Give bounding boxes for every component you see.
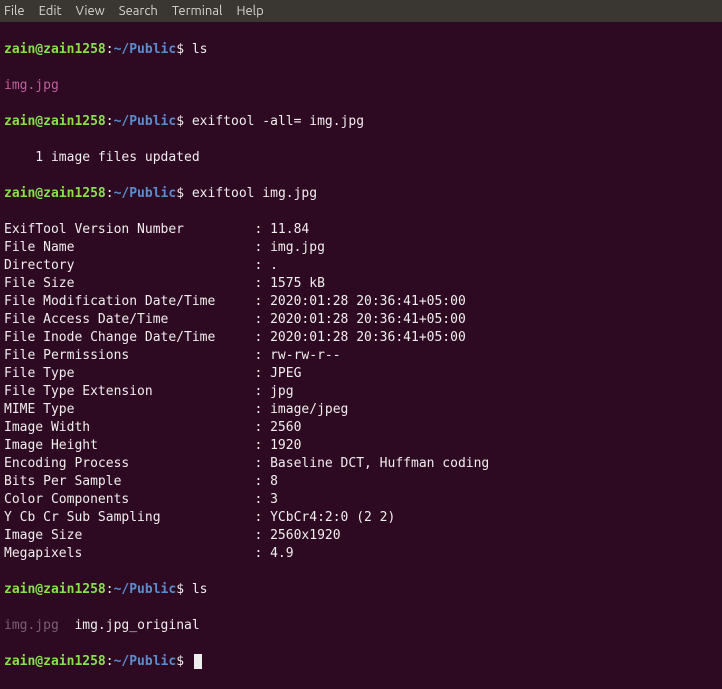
exif-field: Y Cb Cr Sub Sampling : YCbCr4:2:0 (2 2) xyxy=(4,509,718,527)
output-img1: img.jpg xyxy=(4,78,59,93)
menu-edit[interactable]: Edit xyxy=(39,2,62,20)
cmd-ls2: ls xyxy=(192,582,208,597)
prompt-dollar: $ xyxy=(176,42,184,57)
prompt-user: zain@zain1258 xyxy=(4,582,106,597)
exif-field: Directory : . xyxy=(4,257,718,275)
menu-search[interactable]: Search xyxy=(119,2,158,20)
prompt-path: ~/Public xyxy=(114,42,177,57)
menubar: File Edit View Search Terminal Help xyxy=(0,0,722,22)
cmd-exif-read: exiftool img.jpg xyxy=(192,186,317,201)
prompt-dollar: $ xyxy=(176,186,184,201)
menu-view[interactable]: View xyxy=(76,2,105,20)
exif-field: File Size : 1575 kB xyxy=(4,275,718,293)
exif-field: File Access Date/Time : 2020:01:28 20:36… xyxy=(4,311,718,329)
cmd-ls1: ls xyxy=(192,42,208,57)
exif-field: Encoding Process : Baseline DCT, Huffman… xyxy=(4,455,718,473)
prompt-user: zain@zain1258 xyxy=(4,114,106,129)
prompt-user: zain@zain1258 xyxy=(4,186,106,201)
cmd-exif-strip: exiftool -all= img.jpg xyxy=(192,114,364,129)
output-imgdim: img.jpg xyxy=(4,618,59,633)
prompt-dollar: $ xyxy=(176,114,184,129)
exif-field: File Type : JPEG xyxy=(4,365,718,383)
exif-field: File Name : img.jpg xyxy=(4,239,718,257)
exif-field: ExifTool Version Number : 11.84 xyxy=(4,221,718,239)
menu-file[interactable]: File xyxy=(4,2,25,20)
menu-help[interactable]: Help xyxy=(236,2,263,20)
output-original: img.jpg_original xyxy=(59,618,200,633)
exif-field: File Modification Date/Time : 2020:01:28… xyxy=(4,293,718,311)
exif-field: File Type Extension : jpg xyxy=(4,383,718,401)
exif-field: Image Size : 2560x1920 xyxy=(4,527,718,545)
exif-field: MIME Type : image/jpeg xyxy=(4,401,718,419)
menu-terminal[interactable]: Terminal xyxy=(172,2,223,20)
exif-output: ExifTool Version Number : 11.84File Name… xyxy=(4,221,718,563)
prompt-user: zain@zain1258 xyxy=(4,654,106,669)
prompt-path: ~/Public xyxy=(114,186,177,201)
exif-field: Color Components : 3 xyxy=(4,491,718,509)
exif-field: Megapixels : 4.9 xyxy=(4,545,718,563)
prompt-path: ~/Public xyxy=(114,654,177,669)
terminal[interactable]: zain@zain1258:~/Public$ ls img.jpg zain@… xyxy=(0,22,722,689)
prompt-path: ~/Public xyxy=(114,114,177,129)
cursor xyxy=(194,654,202,669)
exif-field: File Permissions : rw-rw-r-- xyxy=(4,347,718,365)
prompt-dollar: $ xyxy=(176,582,184,597)
prompt-dollar: $ xyxy=(176,654,184,669)
prompt-user: zain@zain1258 xyxy=(4,42,106,57)
exif-field: File Inode Change Date/Time : 2020:01:28… xyxy=(4,329,718,347)
exif-field: Bits Per Sample : 8 xyxy=(4,473,718,491)
exif-field: Image Width : 2560 xyxy=(4,419,718,437)
exif-field: Image Height : 1920 xyxy=(4,437,718,455)
output-updated: 1 image files updated xyxy=(4,150,200,165)
prompt-path: ~/Public xyxy=(114,582,177,597)
